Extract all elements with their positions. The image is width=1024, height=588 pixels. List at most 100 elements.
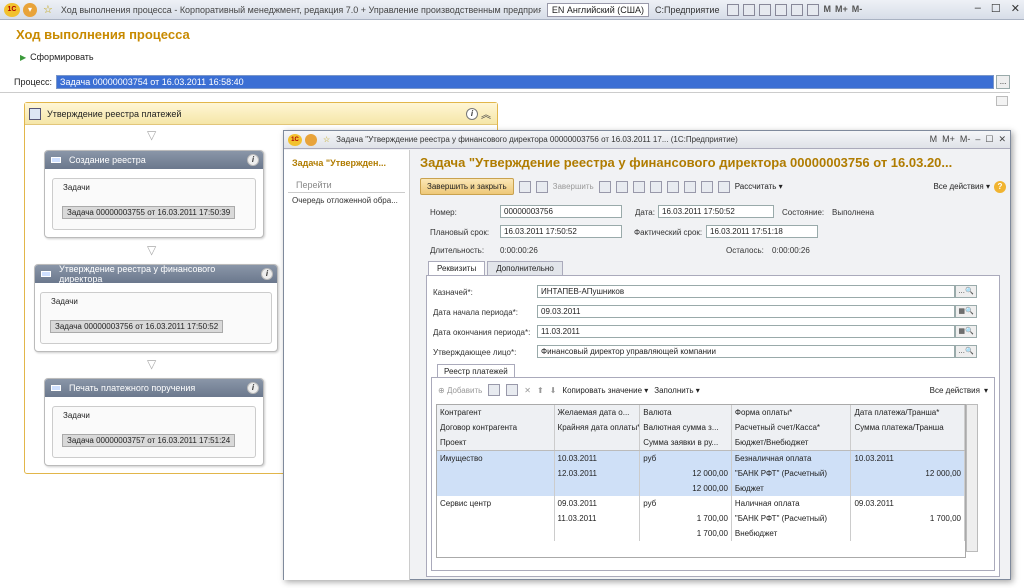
header-cell[interactable]: Сумма платежа/Транша [851, 420, 965, 435]
calendar-button[interactable]: ▦🔍 [955, 305, 977, 318]
header-cell[interactable] [851, 435, 965, 450]
memory-m-icon[interactable]: M [823, 4, 831, 16]
all-actions-button[interactable]: Все действия ▾ [933, 182, 990, 191]
print-icon[interactable] [700, 180, 713, 193]
header-cell[interactable]: Контрагент [437, 405, 555, 420]
save-icon[interactable] [518, 180, 531, 193]
copy-row-icon[interactable] [488, 384, 501, 396]
tab-requisites[interactable]: Реквизиты [428, 261, 486, 275]
period-end-field[interactable]: 11.03.2011 [537, 325, 955, 338]
move-down-icon[interactable]: ⬇ [550, 386, 557, 395]
calculate-icon[interactable] [717, 180, 730, 193]
flow-group-header[interactable]: Утверждение реестра платежей i ︽ [25, 103, 497, 125]
header-cell[interactable]: Бюджет/Внебюджет [732, 435, 852, 450]
close-icon[interactable]: ✕ [1011, 2, 1020, 15]
treasurer-field[interactable]: ИНТАПЕВ-АПушников [537, 285, 955, 298]
memory-m-icon[interactable]: M [930, 134, 938, 145]
nav-item-deferred-queue[interactable]: Очередь отложенной обра... [284, 193, 409, 205]
complete-button[interactable]: Завершить [553, 182, 594, 191]
header-cell[interactable]: Проект [437, 435, 555, 450]
plan-field[interactable]: 16.03.2011 17:50:52 [500, 225, 622, 238]
table-row[interactable]: Имущество 10.03.2011 руб Безналичная опл… [437, 451, 965, 496]
treasurer-select-button[interactable]: …🔍 [955, 285, 977, 298]
1c-logo-icon[interactable]: 1С [4, 2, 20, 17]
process-select-button[interactable]: ... [996, 75, 1011, 89]
header-cell[interactable] [555, 435, 641, 450]
tab-additional[interactable]: Дополнительно [487, 261, 563, 275]
tab-payment-registry[interactable]: Реестр платежей [437, 364, 515, 378]
close-icon[interactable]: ✕ [998, 134, 1006, 145]
header-cell[interactable]: Договор контрагента [437, 420, 555, 435]
period-start-field[interactable]: 09.03.2011 [537, 305, 955, 318]
minimize-icon[interactable]: – [975, 2, 981, 15]
edit-row-icon[interactable] [506, 384, 519, 396]
favorites-star-icon[interactable]: ☆ [43, 3, 53, 16]
number-field[interactable]: 00000003756 [500, 205, 622, 218]
calendar-button[interactable]: ▦🔍 [955, 325, 977, 338]
nav-title[interactable]: Задача "Утвержден... [284, 150, 409, 168]
add-button[interactable]: ⊕ Добавить [438, 386, 482, 395]
header-cell[interactable]: Крайняя дата оплаты* [555, 420, 641, 435]
fill-button[interactable]: Заполнить ▾ [654, 386, 700, 395]
memory-minus-icon[interactable]: M- [960, 134, 971, 145]
header-cell[interactable]: Валютная сумма з... [640, 420, 732, 435]
header-cell[interactable]: Расчетный счет/Касса* [732, 420, 852, 435]
header-cell[interactable]: Желаемая дата о... [555, 405, 641, 420]
language-indicator[interactable]: EN Английский (США) [546, 2, 649, 17]
approver-field[interactable]: Финансовый директор управляющей компании [537, 345, 955, 358]
menu-dropdown-icon[interactable] [305, 133, 317, 146]
collapse-icon[interactable]: ︽ [481, 106, 491, 121]
registry-table[interactable]: Контрагент Желаемая дата о... Валюта Фор… [436, 404, 966, 558]
date-field[interactable]: 16.03.2011 17:50:52 [658, 205, 774, 218]
paste-icon[interactable] [775, 3, 788, 16]
table-vertical-scrollbar[interactable] [966, 404, 978, 552]
1c-logo-icon[interactable]: 1С [288, 133, 302, 146]
task-link[interactable]: Задача 00000003756 от 16.03.2011 17:50:5… [50, 320, 224, 333]
info-icon[interactable]: i [466, 107, 478, 120]
complete-and-close-button[interactable]: Завершить и закрыть [420, 178, 514, 195]
maximize-icon[interactable]: ☐ [985, 134, 993, 145]
header-cell[interactable]: Сумма заявки в ру... [640, 435, 732, 450]
save-icon[interactable] [727, 3, 740, 16]
calendar-icon[interactable] [791, 3, 804, 16]
calculator-icon[interactable] [807, 3, 820, 16]
edit-icon[interactable] [666, 180, 679, 193]
copy-icon[interactable] [759, 3, 772, 16]
menu-dropdown-icon[interactable]: ▾ [23, 2, 37, 17]
print-icon[interactable] [743, 3, 756, 16]
table-row[interactable]: Сервис центр 09.03.2011 руб Наличная опл… [437, 496, 965, 541]
header-cell[interactable]: Дата платежа/Транша* [851, 405, 965, 420]
nav-goto-label: Перейти [288, 168, 405, 193]
copy-value-button[interactable]: Копировать значение ▾ [562, 386, 648, 395]
info-icon[interactable]: i [247, 154, 259, 166]
maximize-icon[interactable]: ☐ [991, 2, 1001, 15]
link-icon[interactable] [649, 180, 662, 193]
move-up-icon[interactable]: ⬆ [537, 386, 544, 395]
process-field[interactable]: Задача 00000003754 от 16.03.2011 16:58:4… [56, 75, 995, 89]
favorites-star-icon[interactable]: ☆ [323, 135, 330, 144]
complete-icon[interactable] [535, 180, 548, 193]
header-cell[interactable]: Валюта [640, 405, 732, 420]
delete-row-icon[interactable]: ✕ [524, 386, 531, 395]
redirect-icon[interactable] [632, 180, 645, 193]
info-icon[interactable]: i [261, 268, 273, 280]
document-icon[interactable] [598, 180, 611, 193]
task-window-titlebar[interactable]: 1С ☆ Задача "Утверждение реестра у финан… [284, 131, 1010, 149]
minimize-icon[interactable]: – [975, 134, 980, 145]
registry-all-actions[interactable]: Все действия ▾ [930, 386, 988, 395]
task-link[interactable]: Задача 00000003755 от 16.03.2011 17:50:3… [62, 206, 236, 219]
help-icon[interactable]: ? [994, 180, 1006, 193]
header-cell[interactable]: Форма оплаты* [732, 405, 852, 420]
memory-plus-icon[interactable]: M+ [835, 4, 848, 16]
memory-plus-icon[interactable]: M+ [942, 134, 955, 145]
memory-minus-icon[interactable]: M- [852, 4, 863, 16]
diagram-scrollbar[interactable] [996, 96, 1008, 106]
generate-button[interactable]: ▶ Сформировать [20, 52, 94, 62]
info-icon[interactable]: i [247, 382, 259, 394]
calculate-button[interactable]: Рассчитать ▾ [735, 182, 783, 191]
task-link[interactable]: Задача 00000003757 от 16.03.2011 17:51:2… [62, 434, 236, 447]
forward-icon[interactable] [615, 180, 628, 193]
fact-field[interactable]: 16.03.2011 17:51:18 [706, 225, 818, 238]
approver-select-button[interactable]: …🔍 [955, 345, 977, 358]
spellcheck-icon[interactable] [683, 180, 696, 193]
